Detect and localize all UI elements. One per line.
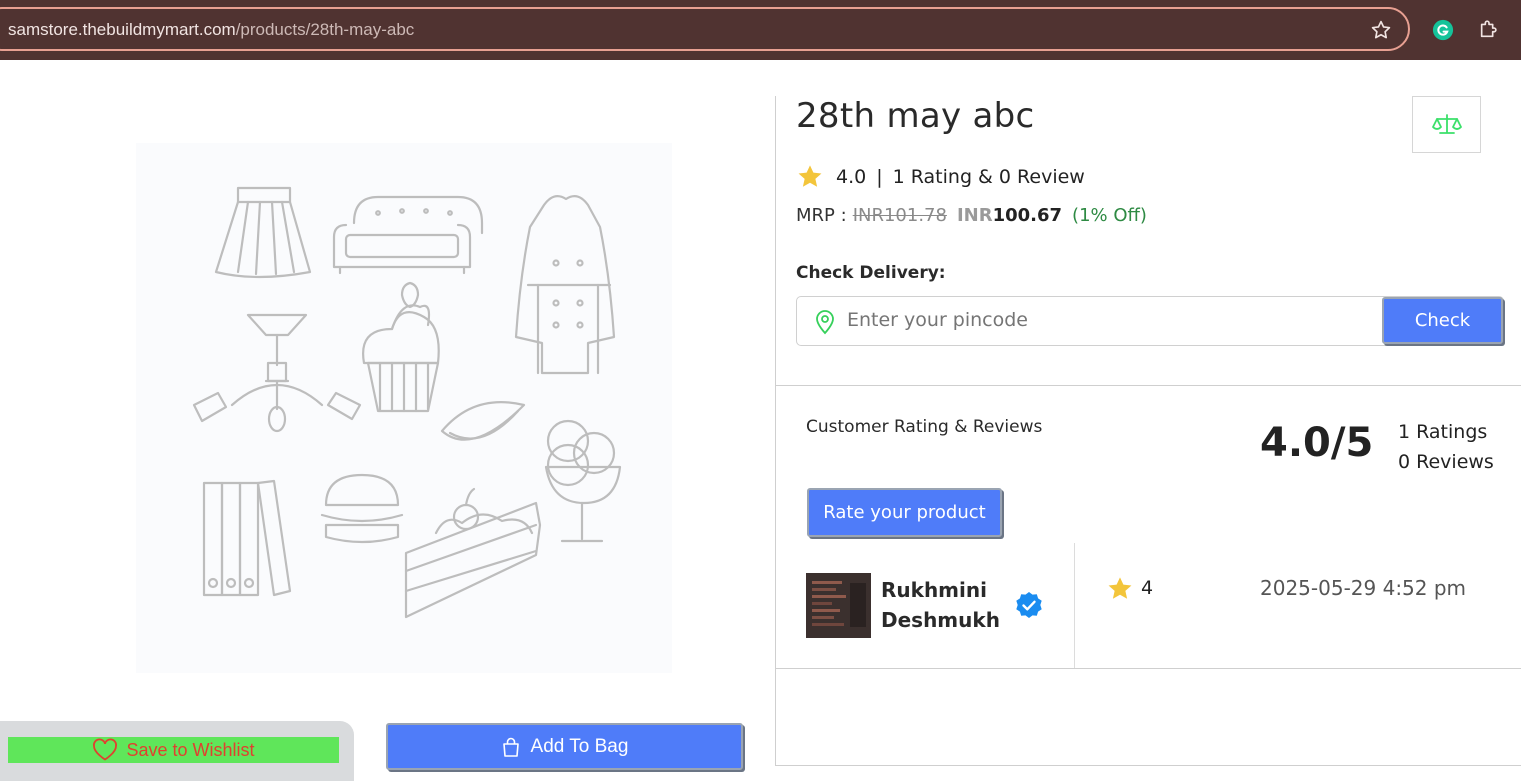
chandelier-drawing: [192, 313, 362, 433]
mrp-original-price: INR101.78: [852, 205, 947, 226]
watermelon-drawing: [440, 401, 526, 441]
cake-drawing: [404, 487, 542, 619]
heart-icon: [93, 738, 118, 761]
add-to-bag-label: Add To Bag: [530, 735, 629, 757]
books-drawing: [202, 479, 292, 597]
url-text[interactable]: samstore.thebuildmymart.com/products/28t…: [8, 20, 414, 40]
price-row: MRP : INR101.78 INR 100.67 (1% Off): [796, 205, 1147, 226]
product-title: 28th may abc: [796, 96, 1035, 136]
rating-summary: 4.0 | 1 Rating & 0 Review: [796, 163, 1085, 191]
rate-product-button[interactable]: Rate your product: [807, 488, 1002, 537]
sofa-drawing: [332, 195, 484, 275]
review-rating-value: 4: [1141, 577, 1154, 599]
save-to-wishlist-button[interactable]: Save to Wishlist: [8, 737, 339, 763]
add-to-bag-button[interactable]: Add To Bag: [386, 723, 743, 770]
grammarly-icon[interactable]: [1432, 19, 1454, 41]
skirt-drawing: [214, 186, 312, 279]
check-pincode-button[interactable]: Check: [1382, 297, 1503, 344]
compare-button[interactable]: [1412, 96, 1481, 153]
balance-scale-icon: [1431, 113, 1462, 134]
burger-drawing: [320, 473, 404, 544]
selling-price: 100.67: [992, 205, 1063, 226]
review-column-divider: [1074, 543, 1075, 668]
rating-value: 4.0: [836, 166, 867, 188]
puzzle-piece-icon[interactable]: [1478, 18, 1500, 40]
currency-label: INR: [956, 205, 993, 226]
bookmark-star-icon[interactable]: [1370, 19, 1392, 41]
cupcake-drawing: [362, 281, 440, 413]
pincode-input[interactable]: [847, 309, 1347, 331]
coat-drawing: [514, 194, 616, 375]
ice-cream-drawing: [544, 419, 622, 543]
discount-badge: (1% Off): [1072, 205, 1147, 226]
verified-badge-icon: [1016, 592, 1042, 618]
section-divider: [776, 385, 1521, 386]
shopping-bag-icon: [502, 737, 519, 757]
mrp-label: MRP :: [796, 205, 847, 226]
review-divider: [776, 668, 1521, 669]
address-bar[interactable]: samstore.thebuildmymart.com/products/28t…: [0, 7, 1410, 51]
browser-toolbar: samstore.thebuildmymart.com/products/28t…: [0, 0, 1521, 60]
check-delivery-label: Check Delivery:: [796, 263, 946, 283]
review-date: 2025-05-29 4:52 pm: [1260, 576, 1467, 600]
ratings-count: 1 Ratings: [1398, 421, 1488, 443]
rating-separator: |: [876, 166, 883, 188]
reviewer-name: Rukhmini Deshmukh: [881, 578, 1000, 632]
avatar-thumbnail: [806, 573, 871, 638]
rating-star-icon: [798, 165, 822, 187]
average-score: 4.0/5: [1260, 420, 1374, 466]
review-star-icon: [1108, 577, 1132, 599]
url-path: /products/28th-may-abc: [235, 20, 415, 39]
wishlist-container: Save to Wishlist: [0, 721, 354, 781]
product-illustration: [192, 186, 622, 619]
rating-count-text: 1 Rating & 0 Review: [892, 166, 1085, 188]
reviews-count: 0 Reviews: [1398, 451, 1494, 473]
wishlist-label: Save to Wishlist: [126, 739, 255, 760]
reviewer-avatar: [806, 573, 871, 638]
location-pin-icon: [816, 310, 834, 335]
url-host: samstore.thebuildmymart.com: [8, 20, 236, 39]
customer-reviews-title: Customer Rating & Reviews: [806, 417, 1043, 437]
product-image: [136, 143, 672, 673]
